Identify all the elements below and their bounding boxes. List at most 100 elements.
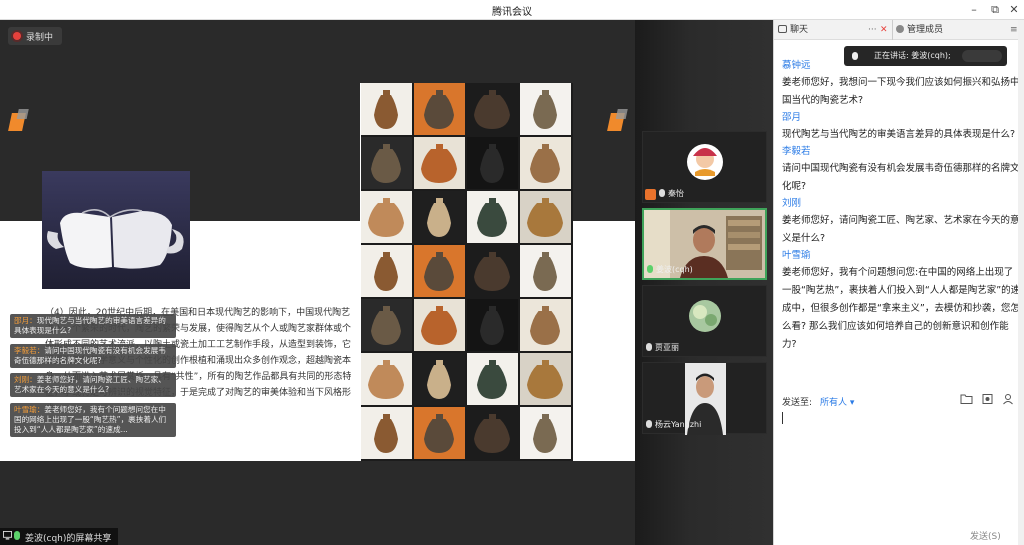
chat-tabs: 聊天 ··· ✕ 管理成员 ≡ xyxy=(774,20,1024,40)
message-text: 姜老师您好，我有个问题想问您:在中国的网络上出现了一股“陶艺热”，裹挟着人们投入… xyxy=(782,267,1021,350)
screenshot-icon[interactable] xyxy=(981,393,995,405)
ceramic-thumbnail xyxy=(467,83,518,135)
chat-overlay-message: 叶雪瑜：姜老师您好，我有个问题想问您在中国的网络上出现了一股“陶艺热”，裹挟着人… xyxy=(10,403,176,437)
message-sender: 叶雪瑜 xyxy=(782,250,811,261)
members-icon xyxy=(896,25,904,33)
ceramic-thumbnail xyxy=(520,353,571,405)
window-title: 腾讯会议 xyxy=(492,7,532,18)
record-icon xyxy=(13,32,21,40)
ceramic-thumbnail xyxy=(520,407,571,459)
ceramic-thumbnail xyxy=(361,191,412,243)
ceramic-thumbnail xyxy=(414,83,465,135)
ceramic-thumbnail xyxy=(414,191,465,243)
ceramic-thumbnail xyxy=(414,299,465,351)
participant-name-row: 杨云Yangzhi xyxy=(646,419,701,430)
folder-icon[interactable] xyxy=(960,393,974,405)
message-text: 姜老师您好，我想问一下现今我们应该如何振兴和弘扬中国当代的陶瓷艺术? xyxy=(782,77,1020,106)
minimize-button[interactable]: – xyxy=(965,2,983,18)
participant-name: 秦怡 xyxy=(668,189,684,198)
chat-input[interactable] xyxy=(782,412,783,424)
chat-overlay-message: 李毅若：请问中国现代陶瓷有没有机会发展韦奇伍德那样的名牌文化呢? xyxy=(10,344,176,368)
send-to-dropdown[interactable]: 所有人 ▾ xyxy=(820,395,854,408)
message-text: 请问中国现代陶瓷有没有机会发展韦奇伍德那样的名牌文化呢? xyxy=(782,163,1020,192)
ceramic-thumbnail xyxy=(414,353,465,405)
tab-chat-label: 聊天 xyxy=(790,25,809,35)
tab-close-button[interactable]: ✕ xyxy=(880,20,888,40)
ceramic-cups-photo xyxy=(42,171,190,289)
ceramics-image-grid xyxy=(361,83,573,461)
participant-tile[interactable]: 秦怡 xyxy=(642,131,767,203)
chat-icon xyxy=(778,25,787,33)
ceramic-thumbnail xyxy=(467,299,518,351)
menu-button[interactable]: ≡ xyxy=(1010,20,1018,40)
mic-icon xyxy=(646,343,652,351)
tab-chat[interactable]: 聊天 xyxy=(778,20,808,40)
user-settings-icon[interactable] xyxy=(1002,393,1016,405)
ceramic-thumbnail xyxy=(414,137,465,189)
send-button[interactable]: 发送(S) xyxy=(970,529,1001,542)
message-sender: 李毅若 xyxy=(782,146,811,157)
ceramic-thumbnail xyxy=(467,245,518,297)
chat-panel: 聊天 ··· ✕ 管理成员 ≡ 正在讲话: 姜波(cqh); 慕钟远 姜老师您好… xyxy=(773,20,1024,545)
recording-indicator[interactable]: 录制中 xyxy=(8,27,62,45)
participant-name-row: 贾亚丽 xyxy=(646,342,679,353)
chat-scrollbar[interactable] xyxy=(1018,20,1024,545)
tab-members-label: 管理成员 xyxy=(907,25,944,35)
host-icon xyxy=(645,189,656,200)
tab-more-button[interactable]: ··· xyxy=(868,20,877,40)
ceramic-thumbnail xyxy=(361,407,412,459)
chat-message: 邵月 现代陶艺与当代陶艺的审美语言差异的具体表现是什么? xyxy=(782,110,1022,144)
ceramic-thumbnail xyxy=(467,191,518,243)
recording-label: 录制中 xyxy=(26,33,54,43)
participant-tile-active-speaker[interactable]: 姜波(cqh) xyxy=(642,208,767,280)
chat-message: 慕钟远 姜老师您好，我想问一下现今我们应该如何振兴和弘扬中国当代的陶瓷艺术? xyxy=(782,58,1022,110)
ceramic-thumbnail xyxy=(520,245,571,297)
send-target-bar: 发送至: 所有人 ▾ xyxy=(774,390,1024,426)
message-sender: 邵月 xyxy=(782,112,802,123)
tab-members[interactable]: 管理成员 xyxy=(896,20,943,40)
participant-name-row: 秦怡 xyxy=(659,188,684,199)
ceramic-thumbnail xyxy=(361,245,412,297)
overlay-sender: 邵月： xyxy=(14,316,37,325)
mic-icon xyxy=(647,265,653,273)
participant-name-row: 姜波(cqh) xyxy=(647,264,693,275)
ceramic-thumbnail xyxy=(520,137,571,189)
ceramic-thumbnail xyxy=(520,83,571,135)
overlay-sender: 李毅若： xyxy=(14,346,45,355)
screen-share-label: 姜波(cqh)的屏幕共享 xyxy=(0,528,118,545)
chat-overlay-message: 邵月：现代陶艺与当代陶艺的审美语言差异的具体表现是什么? xyxy=(10,314,176,338)
ceramic-thumbnail xyxy=(467,407,518,459)
ceramic-thumbnail xyxy=(414,245,465,297)
restore-button[interactable]: ⧉ xyxy=(986,2,1004,18)
tab-divider xyxy=(892,20,893,40)
ceramic-thumbnail xyxy=(520,191,571,243)
ceramic-thumbnail xyxy=(361,137,412,189)
screen-share-owner: 姜波(cqh)的屏幕共享 xyxy=(25,534,112,544)
overlay-sender: 叶雪瑜： xyxy=(14,405,45,414)
chat-message: 刘刚 姜老师您好，请问陶瓷工匠、陶艺家、艺术家在今天的意义是什么? xyxy=(782,196,1022,248)
participant-gallery xyxy=(635,20,773,545)
screen-icon xyxy=(3,531,12,540)
ceramic-thumbnail xyxy=(520,299,571,351)
overlay-text: 姜老师您好，请问陶瓷工匠、陶艺家、艺术家在今天的意义是什么? xyxy=(14,375,166,394)
participant-tile[interactable]: 杨云Yangzhi xyxy=(642,362,767,435)
overlay-sender: 刘刚： xyxy=(14,375,37,384)
participant-name: 贾亚丽 xyxy=(655,343,679,352)
mic-icon xyxy=(14,531,20,540)
close-button[interactable]: ✕ xyxy=(1005,2,1023,18)
mic-icon xyxy=(646,420,652,428)
chat-overlay-message: 刘刚：姜老师您好，请问陶瓷工匠、陶艺家、艺术家在今天的意义是什么? xyxy=(10,373,176,397)
message-sender: 慕钟远 xyxy=(782,60,811,71)
chat-message-list: 慕钟远 姜老师您好，我想问一下现今我们应该如何振兴和弘扬中国当代的陶瓷艺术? 邵… xyxy=(782,58,1022,354)
ceramic-thumbnail xyxy=(414,407,465,459)
message-text: 现代陶艺与当代陶艺的审美语言差异的具体表现是什么? xyxy=(782,129,1016,140)
chat-message: 李毅若 请问中国现代陶瓷有没有机会发展韦奇伍德那样的名牌文化呢? xyxy=(782,144,1022,196)
mic-icon xyxy=(659,189,665,197)
ceramic-thumbnail xyxy=(467,353,518,405)
slide-header-band-right xyxy=(572,83,635,221)
participant-name: 杨云Yangzhi xyxy=(655,420,702,429)
participant-tile[interactable]: 贾亚丽 xyxy=(642,285,767,357)
overlay-text: 现代陶艺与当代陶艺的审美语言差异的具体表现是什么? xyxy=(14,316,166,335)
ceramic-thumbnail xyxy=(361,299,412,351)
chat-message: 叶雪瑜 姜老师您好，我有个问题想问您:在中国的网络上出现了一股“陶艺热”，裹挟着… xyxy=(782,248,1022,354)
